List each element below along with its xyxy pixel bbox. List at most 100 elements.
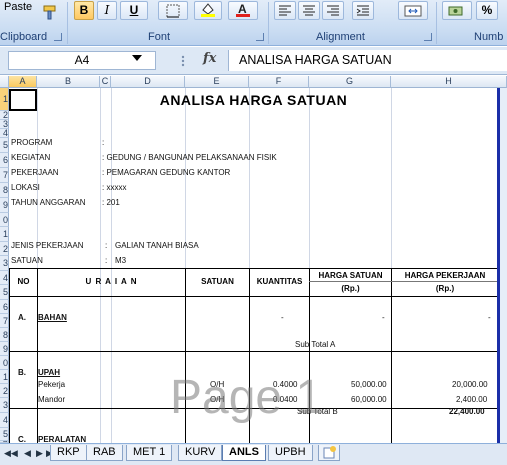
section-b-number: B. <box>18 368 26 377</box>
row-header[interactable]: 5 <box>0 285 9 300</box>
table-border <box>37 268 38 443</box>
insert-function-icon[interactable]: fx <box>203 51 216 66</box>
sheet-tab-kurv[interactable]: KURV <box>178 445 223 461</box>
satuan-value: M3 <box>115 256 127 265</box>
row-header[interactable]: 4 <box>0 129 9 138</box>
column-header-b[interactable]: B <box>37 76 100 88</box>
sheet-tab-rab[interactable]: RAB <box>86 445 123 461</box>
header-uraian: U R A I A N <box>85 277 138 286</box>
align-center-icon <box>303 5 315 16</box>
row-header[interactable]: 0 <box>0 356 9 370</box>
row-header[interactable]: 2 <box>0 111 9 120</box>
format-painter-icon[interactable] <box>42 5 60 21</box>
kegiatan-value: : GEDUNG / BANGUNAN PELAKSANAAN FISIK <box>102 153 277 162</box>
column-header-c[interactable]: C <box>100 76 111 88</box>
alignment-launcher-icon[interactable] <box>424 33 432 41</box>
currency-button[interactable] <box>442 1 472 20</box>
table-border <box>9 268 10 443</box>
paste-button[interactable]: Paste <box>0 0 36 28</box>
row-header[interactable]: 7 <box>0 314 9 328</box>
paste-label: Paste <box>4 1 33 13</box>
vertical-scrollbar[interactable] <box>500 88 507 443</box>
row-header[interactable]: 2 <box>0 384 9 398</box>
bold-button[interactable]: B <box>74 1 94 20</box>
subtotal-a-label: Sub Total A <box>295 340 336 349</box>
column-header-d[interactable]: D <box>111 76 185 88</box>
first-sheet-icon[interactable]: ◀◀ <box>4 448 18 459</box>
ribbon-separator <box>436 2 437 44</box>
ribbon: Paste Clipboard B I U A Font Alignment %… <box>0 0 507 46</box>
row-header[interactable]: 5 <box>0 428 9 441</box>
sheet-tab-rkp[interactable]: RKP <box>50 445 87 461</box>
section-a-title: BAHAN <box>38 313 67 322</box>
font-color-button[interactable]: A <box>228 1 258 20</box>
program-label: PROGRAM <box>11 138 53 147</box>
column-header-f[interactable]: F <box>249 76 309 88</box>
row-header[interactable]: 1 <box>0 370 9 384</box>
tahun-anggaran-value: : 201 <box>102 198 120 207</box>
row-header[interactable]: 3 <box>0 120 9 129</box>
row-header[interactable]: 0 <box>0 213 9 227</box>
jenis-pekerjaan-colon: : <box>105 241 108 250</box>
pekerjaan-label: PEKERJAAN <box>11 168 59 177</box>
table-border <box>9 351 498 352</box>
align-left-button[interactable] <box>274 1 296 20</box>
kegiatan-label: KEGIATAN <box>11 153 51 162</box>
satuan-colon: : <box>105 256 108 265</box>
row-header[interactable]: 8 <box>0 328 9 342</box>
merge-center-button[interactable] <box>398 1 428 20</box>
row-header[interactable]: 4 <box>0 271 9 285</box>
align-right-button[interactable] <box>322 1 344 20</box>
table-border <box>309 281 498 282</box>
upah-total: 2,400.00 <box>456 395 488 404</box>
chevron-down-icon[interactable] <box>132 55 142 61</box>
font-group-label: Font <box>148 31 171 43</box>
row-header[interactable]: 4 <box>0 413 9 428</box>
column-header-a[interactable]: A <box>9 76 37 88</box>
column-header-h[interactable]: H <box>391 76 507 88</box>
italic-button[interactable]: I <box>97 1 117 20</box>
row-header[interactable]: 6 <box>0 153 9 168</box>
next-sheet-icon[interactable]: ▶ <box>36 448 43 459</box>
header-harga-pekerjaan: HARGA PEKERJAAN <box>404 271 486 280</box>
section-a-number: A. <box>18 313 26 322</box>
row-header[interactable]: 2 <box>0 242 9 256</box>
row-header[interactable]: 1 <box>0 88 9 111</box>
row-header[interactable]: 8 <box>0 183 9 198</box>
insert-sheet-button[interactable] <box>318 445 340 461</box>
sheet-tab-upbh[interactable]: UPBH <box>268 445 313 461</box>
row-header[interactable]: 9 <box>0 198 9 213</box>
underline-button[interactable]: U <box>120 1 148 20</box>
fill-color-button[interactable] <box>194 1 222 20</box>
prev-sheet-icon[interactable]: ◀ <box>24 448 31 459</box>
font-launcher-icon[interactable] <box>256 33 264 41</box>
sheet-tab-anls[interactable]: ANLS <box>222 445 266 461</box>
sheet-tab-bar: ◀◀ ◀ ▶ ▶▶ RKP RAB MET 1 KURV ANLS UPBH <box>0 443 507 465</box>
ribbon-separator <box>67 2 68 44</box>
row-header[interactable]: 9 <box>0 342 9 356</box>
select-all-corner[interactable] <box>0 76 9 88</box>
column-header-e[interactable]: E <box>185 76 249 88</box>
align-left-icon <box>279 5 291 16</box>
header-harga-satuan: HARGA SATUAN <box>318 271 383 280</box>
indent-button[interactable] <box>352 1 374 20</box>
row-header[interactable]: 5 <box>0 138 9 153</box>
column-header-g[interactable]: G <box>309 76 391 88</box>
formula-bar: A4 fx ANALISA HARGA SATUAN <box>0 47 507 75</box>
row-header[interactable]: 6 <box>0 300 9 314</box>
upah-name: Pekerja <box>38 380 66 389</box>
percent-button[interactable]: % <box>476 1 498 20</box>
align-center-button[interactable] <box>298 1 320 20</box>
row-header[interactable]: 3 <box>0 398 9 413</box>
row-header[interactable]: 7 <box>0 168 9 183</box>
row-header[interactable]: 3 <box>0 256 9 271</box>
font-color-icon: A <box>236 2 250 17</box>
sheet-tab-met-1[interactable]: MET 1 <box>126 445 173 461</box>
row-header[interactable]: 1 <box>0 227 9 242</box>
section-c-title: PERALATAN <box>38 435 87 443</box>
clipboard-launcher-icon[interactable] <box>54 33 62 41</box>
currency-icon <box>448 6 463 16</box>
borders-button[interactable] <box>158 1 188 20</box>
formula-input[interactable]: ANALISA HARGA SATUAN <box>228 50 507 71</box>
header-no: NO <box>17 277 30 286</box>
